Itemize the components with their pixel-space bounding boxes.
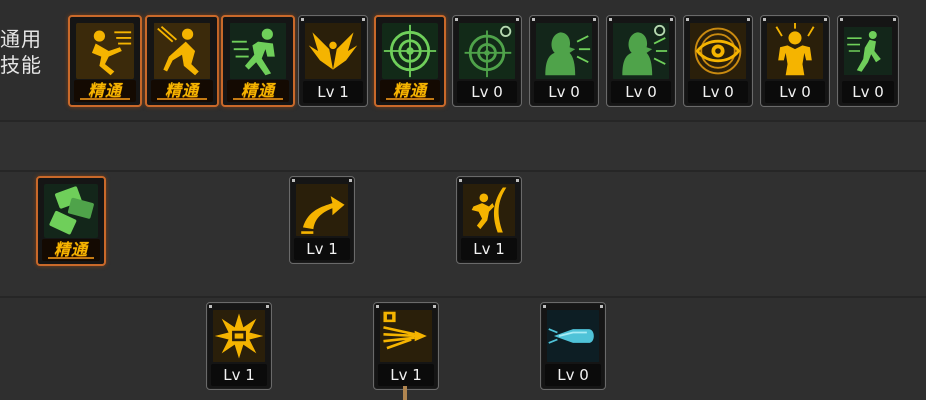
skill-level: 精通: [42, 239, 100, 261]
shout-gear-icon: [613, 22, 669, 80]
shout-icon: [536, 22, 592, 80]
empty-band: [0, 122, 926, 170]
eye-icon: [690, 22, 746, 80]
explosion-icon: [213, 309, 265, 363]
skill-tier-3-band: [0, 298, 926, 400]
skill-level: Lv 1: [461, 238, 517, 260]
skill-level: Lv 0: [765, 81, 825, 103]
skill-slot-precision[interactable]: 精通: [374, 15, 446, 107]
skill-level: Lv 0: [545, 364, 601, 386]
section-title-line1: 通用: [0, 27, 42, 51]
slash-fighter-icon: [463, 183, 515, 237]
curved-arrow-icon: [296, 183, 348, 237]
skill-level: Lv 1: [211, 364, 267, 386]
kick-icon: [844, 22, 892, 80]
skill-slot-slash[interactable]: Lv 1: [456, 176, 522, 264]
skill-slot-burst[interactable]: Lv 1: [206, 302, 272, 390]
skill-slot-power[interactable]: Lv 0: [760, 15, 830, 107]
skill-slot-cards[interactable]: 精通: [36, 176, 106, 266]
skill-slot-arrow-up[interactable]: Lv 1: [289, 176, 355, 264]
bullet-s-icon: [380, 309, 432, 363]
section-title: 通用 技能: [0, 26, 60, 78]
skill-slot-shout-advanced[interactable]: Lv 0: [606, 15, 676, 107]
blue-round-icon: [547, 309, 599, 363]
skill-level: 精通: [227, 80, 289, 102]
dash-icon: [229, 23, 287, 79]
cards-icon: [44, 184, 98, 238]
skill-slot-shot[interactable]: Lv 1: [373, 302, 439, 390]
crosshair-gear-icon: [459, 22, 515, 80]
skill-slot-precision-advanced[interactable]: Lv 0: [452, 15, 522, 107]
skill-level: Lv 0: [842, 81, 894, 103]
kneel-icon: [153, 23, 211, 79]
skill-level: Lv 1: [303, 81, 363, 103]
skill-slot-eagle[interactable]: Lv 1: [298, 15, 368, 107]
skill-level: Lv 1: [294, 238, 350, 260]
skill-level: 精通: [380, 80, 440, 102]
skill-slot-dodge[interactable]: 精通: [221, 15, 295, 107]
skill-slot-round[interactable]: Lv 0: [540, 302, 606, 390]
skill-level: Lv 0: [688, 81, 748, 103]
skill-level: Lv 0: [611, 81, 671, 103]
skill-slot-sprint[interactable]: 精通: [68, 15, 142, 107]
strongman-icon: [767, 22, 823, 80]
skill-level: Lv 1: [378, 364, 434, 386]
skill-slot-kick[interactable]: Lv 0: [837, 15, 899, 107]
skill-tree-connector: [403, 386, 407, 400]
crosshair-icon: [382, 23, 438, 79]
skill-level: Lv 0: [457, 81, 517, 103]
skill-level: 精通: [151, 80, 213, 102]
wings-icon: [305, 22, 361, 80]
skill-slot-eye[interactable]: Lv 0: [683, 15, 753, 107]
skill-level: Lv 0: [534, 81, 594, 103]
runner-icon: [76, 23, 134, 79]
skill-level: 精通: [74, 80, 136, 102]
skill-slot-shout[interactable]: Lv 0: [529, 15, 599, 107]
skill-slot-crouch[interactable]: 精通: [145, 15, 219, 107]
section-title-line2: 技能: [0, 53, 42, 77]
